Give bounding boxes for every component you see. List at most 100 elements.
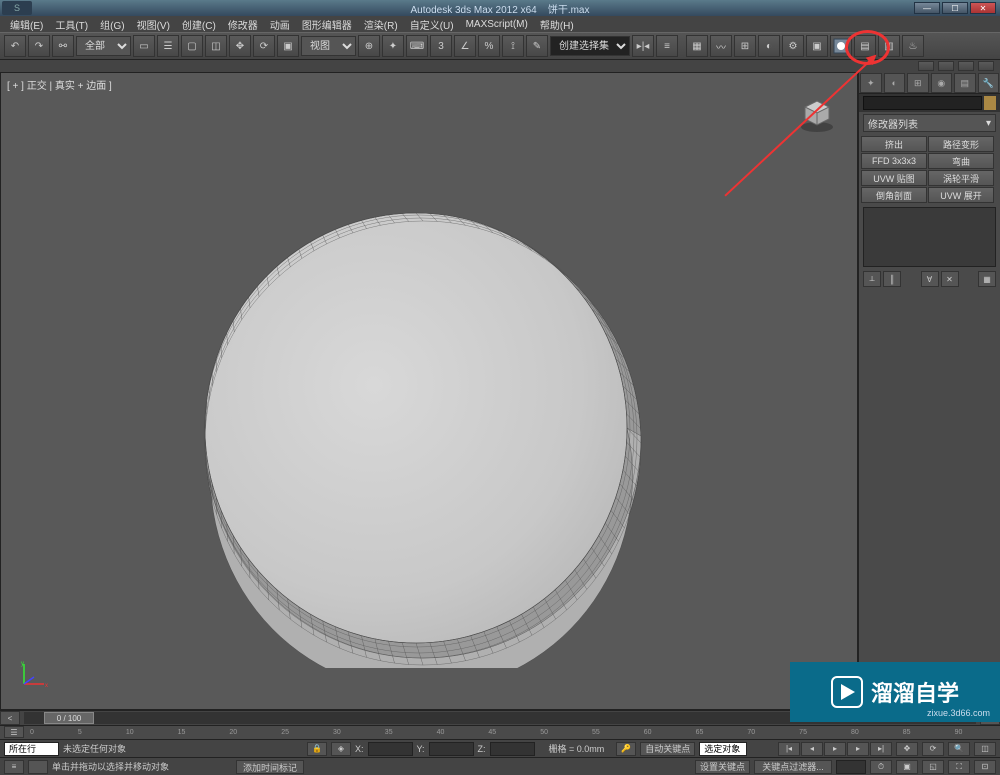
mod-ffd[interactable]: FFD 3x3x3	[861, 153, 927, 169]
render-frame-icon[interactable]: ▣	[806, 35, 828, 57]
time-ruler[interactable]: ☰ 0 5 10 15 20 25 30 35 40 45 50 55 60 6…	[0, 725, 1000, 739]
nav-orbit-icon[interactable]: ⟳	[922, 742, 944, 756]
teapot-icon[interactable]: ♨	[902, 35, 924, 57]
menu-customize[interactable]: 自定义(U)	[404, 17, 460, 32]
viewcube-icon[interactable]	[797, 93, 837, 133]
layer-icon[interactable]: ▦	[686, 35, 708, 57]
menu-render[interactable]: 渲染(R)	[358, 17, 404, 32]
menu-view[interactable]: 视图(V)	[131, 17, 176, 32]
percent-snap-icon[interactable]: %	[478, 35, 500, 57]
modifier-stack[interactable]	[863, 207, 996, 267]
x-input[interactable]	[368, 742, 413, 756]
selection-set-dropdown[interactable]: 创建选择集	[550, 36, 630, 56]
object-name-input[interactable]	[863, 96, 982, 110]
time-marker[interactable]: 0 / 100	[44, 712, 94, 724]
maximize-button[interactable]: ☐	[942, 2, 968, 14]
undo-icon[interactable]: ↶	[4, 35, 26, 57]
timeline-left-icon[interactable]: <	[0, 711, 20, 725]
ruler-toggle-icon[interactable]: ☰	[4, 726, 24, 738]
selected-obj-input[interactable]	[699, 742, 747, 756]
filter-dropdown[interactable]: 全部	[76, 36, 131, 56]
tab-modify-icon[interactable]: ◐	[884, 73, 906, 93]
minitool-1[interactable]	[918, 61, 934, 71]
edit-select-icon[interactable]: ✎	[526, 35, 548, 57]
configure-icon[interactable]: ▦	[978, 271, 996, 287]
keyboard-icon[interactable]: ⌨	[406, 35, 428, 57]
viewport-label[interactable]: [ + ] 正交 | 真实 + 边面 ]	[7, 77, 112, 92]
link-icon[interactable]: ⚯	[52, 35, 74, 57]
snap-icon[interactable]: 3	[430, 35, 452, 57]
minimize-button[interactable]: —	[914, 2, 940, 14]
next-frame-icon[interactable]: ▸	[847, 742, 869, 756]
mirror-icon[interactable]: ▸|◂	[632, 35, 654, 57]
menu-help[interactable]: 帮助(H)	[534, 17, 580, 32]
menu-maxscript[interactable]: MAXScript(M)	[460, 19, 534, 30]
menu-group[interactable]: 组(G)	[94, 17, 130, 32]
mod-uvwunwrap[interactable]: UVW 展开	[928, 187, 994, 203]
show-end-icon[interactable]: ║	[883, 271, 901, 287]
render-setup-icon[interactable]: ⚙	[782, 35, 804, 57]
mod-bevelprofile[interactable]: 倒角剖面	[861, 187, 927, 203]
pin-stack-icon[interactable]: ⟂	[863, 271, 881, 287]
nav-pan-icon[interactable]: ✥	[896, 742, 918, 756]
material-icon[interactable]: ◐	[758, 35, 780, 57]
play-icon[interactable]: ▸	[824, 742, 846, 756]
angle-snap-icon[interactable]: ∠	[454, 35, 476, 57]
nav-zoom-icon[interactable]: 🔍	[948, 742, 970, 756]
tab-utilities-icon[interactable]: 🔧	[978, 73, 1000, 93]
spinner-snap-icon[interactable]: ⟟	[502, 35, 524, 57]
nav-fov-icon[interactable]: ◫	[974, 742, 996, 756]
schematic-icon[interactable]: ⊞	[734, 35, 756, 57]
remove-mod-icon[interactable]: ✕	[941, 271, 959, 287]
render-icon[interactable]	[830, 35, 852, 57]
tab-hierarchy-icon[interactable]: ⊞	[907, 73, 929, 93]
minitool-4[interactable]	[978, 61, 994, 71]
prev-frame-icon[interactable]: ◂	[801, 742, 823, 756]
menu-animation[interactable]: 动画	[264, 17, 296, 32]
select-name-icon[interactable]: ☰	[157, 35, 179, 57]
mod-extrude[interactable]: 挤出	[861, 136, 927, 152]
curve-ed-icon[interactable]: 〰	[710, 35, 732, 57]
minitool-3[interactable]	[958, 61, 974, 71]
tab-create-icon[interactable]: ✦	[860, 73, 882, 93]
mod-bend[interactable]: 弯曲	[928, 153, 994, 169]
move-icon[interactable]: ✥	[229, 35, 251, 57]
tab-motion-icon[interactable]: ◉	[931, 73, 953, 93]
goto-start-icon[interactable]: |◂	[778, 742, 800, 756]
autokey-button[interactable]: 自动关键点	[640, 742, 695, 756]
isolate-icon[interactable]: ◈	[331, 742, 351, 756]
window-cross-icon[interactable]: ◫	[205, 35, 227, 57]
center-icon[interactable]: ⊕	[358, 35, 380, 57]
manipulate-icon[interactable]: ✦	[382, 35, 404, 57]
current-row-input[interactable]	[4, 742, 59, 756]
refcoord-dropdown[interactable]: 视图	[301, 36, 356, 56]
make-unique-icon[interactable]: ∀	[921, 271, 939, 287]
menu-graph[interactable]: 图形编辑器	[296, 17, 358, 32]
redo-icon[interactable]: ↷	[28, 35, 50, 57]
y-input[interactable]	[429, 742, 474, 756]
mod-turbosmooth[interactable]: 涡轮平滑	[928, 170, 994, 186]
mod-uvwmap[interactable]: UVW 贴图	[861, 170, 927, 186]
modifier-list-dropdown[interactable]: 修改器列表 ▾	[863, 114, 996, 132]
close-button[interactable]: ✕	[970, 2, 996, 14]
render-iter-icon[interactable]: ▥	[878, 35, 900, 57]
menu-tools[interactable]: 工具(T)	[49, 17, 94, 32]
mod-pathdeform[interactable]: 路径变形	[928, 136, 994, 152]
align-icon[interactable]: ≡	[656, 35, 678, 57]
tab-display-icon[interactable]: ▤	[954, 73, 976, 93]
rotate-icon[interactable]: ⟳	[253, 35, 275, 57]
menu-create[interactable]: 创建(C)	[176, 17, 222, 32]
z-input[interactable]	[490, 742, 535, 756]
viewport[interactable]: [ + ] 正交 | 真实 + 边面 ]	[0, 72, 858, 710]
menu-modifiers[interactable]: 修改器	[222, 17, 264, 32]
goto-end-icon[interactable]: ▸|	[870, 742, 892, 756]
select-icon[interactable]: ▭	[133, 35, 155, 57]
key-icon[interactable]: 🔑	[616, 742, 636, 756]
lock-icon[interactable]: 🔒	[307, 742, 327, 756]
menu-edit[interactable]: 编辑(E)	[4, 17, 49, 32]
object-color-swatch[interactable]	[984, 96, 996, 110]
mesh-object[interactable]	[186, 188, 646, 668]
minitool-2[interactable]	[938, 61, 954, 71]
select-rect-icon[interactable]: ▢	[181, 35, 203, 57]
scale-icon[interactable]: ▣	[277, 35, 299, 57]
